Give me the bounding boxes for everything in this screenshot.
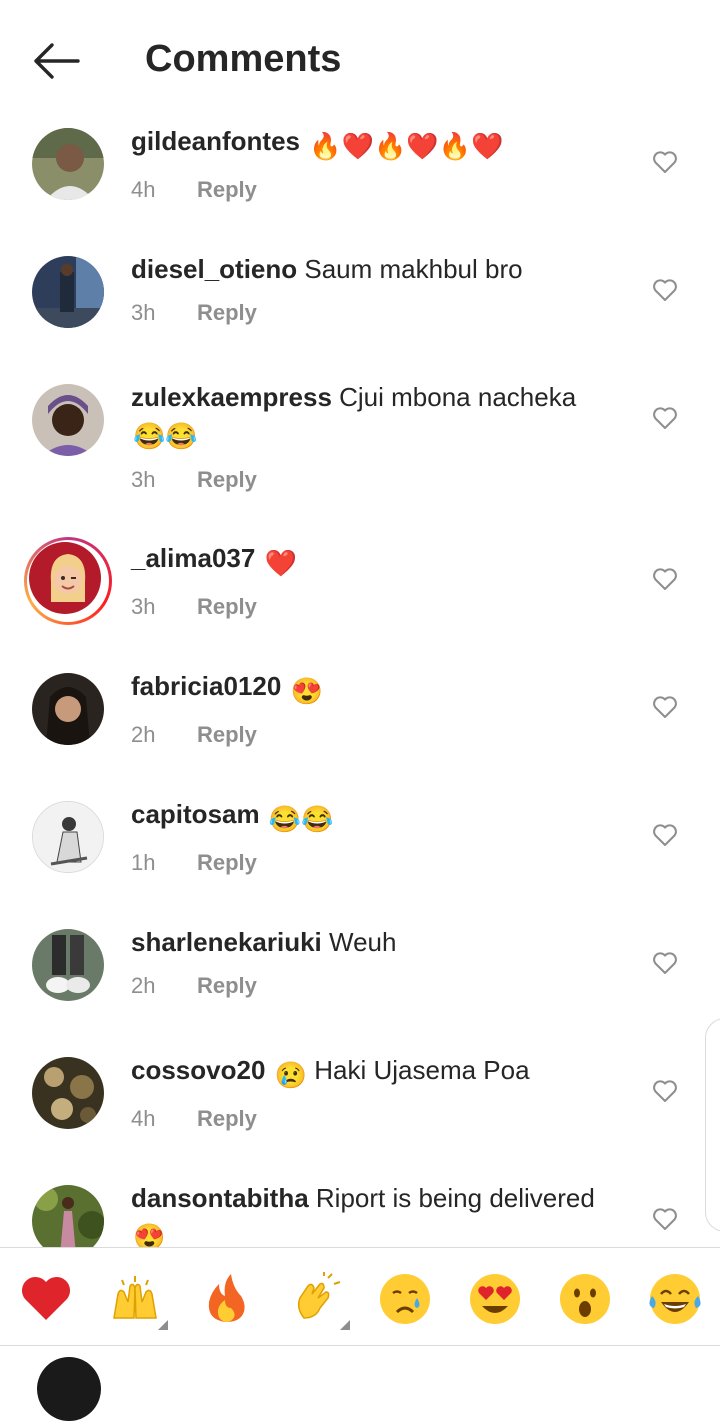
red-heart-reaction-icon[interactable] [19, 1272, 73, 1326]
comment-text: Saum makhbul bro [297, 254, 523, 284]
back-button[interactable] [30, 40, 82, 82]
comment-time: 1h [131, 850, 156, 875]
comment-list[interactable]: gildeanfontes 🔥❤️🔥❤️🔥❤️ 4h Reply diesel_o… [0, 118, 720, 1248]
reply-button[interactable]: Reply [197, 467, 257, 492]
like-heart-icon[interactable] [652, 150, 678, 174]
laughing-emoji-icons: 😂😂 [268, 804, 334, 834]
avatar[interactable] [32, 801, 104, 873]
comment-username[interactable]: diesel_otieno [131, 254, 297, 284]
avatar[interactable] [32, 929, 104, 1001]
tears-of-joy-reaction-icon[interactable] [648, 1272, 702, 1326]
comment-time: 3h [131, 300, 156, 325]
fire-heart-emoji-icons: 🔥❤️🔥❤️🔥❤️ [309, 131, 504, 161]
like-heart-icon[interactable] [652, 278, 678, 302]
skin-tone-indicator [340, 1320, 350, 1330]
like-heart-icon[interactable] [652, 1207, 678, 1231]
fire-reaction-icon[interactable] [199, 1272, 253, 1326]
comment-item: cossovo20 😢 Haki Ujasema Poa 4h Reply [0, 1047, 720, 1175]
avatar[interactable] [32, 1057, 104, 1129]
comment-username[interactable]: sharlenekariuki [131, 927, 322, 957]
quick-reaction-bar [0, 1247, 720, 1346]
comment-time: 4h [131, 177, 156, 202]
arrow-left-icon [34, 43, 80, 79]
like-heart-icon[interactable] [652, 1079, 678, 1103]
avatar [29, 542, 101, 614]
like-heart-icon[interactable] [652, 823, 678, 847]
like-heart-icon[interactable] [652, 567, 678, 591]
comment-item: gildeanfontes 🔥❤️🔥❤️🔥❤️ 4h Reply [0, 118, 720, 246]
avatar[interactable] [32, 384, 104, 456]
skin-tone-indicator [158, 1320, 168, 1330]
header: Comments [0, 0, 720, 118]
avatar[interactable] [32, 673, 104, 745]
comment-username[interactable]: dansontabitha [131, 1183, 309, 1213]
crying-emoji-icon: 😢 [274, 1060, 308, 1090]
comment-text: Cjui mbona nacheka [331, 382, 577, 412]
surprised-face-reaction-icon[interactable] [558, 1272, 612, 1326]
clapping-hands-reaction-icon[interactable] [290, 1272, 350, 1330]
comment-item: sharlenekariuki Weuh 2h Reply [0, 919, 720, 1047]
like-heart-icon[interactable] [652, 695, 678, 719]
comment-username[interactable]: capitosam [131, 799, 260, 829]
comment-text: Haki Ujasema Poa [307, 1055, 530, 1085]
comment-item: zulexkaempress Cjui mbona nacheka 😂😂 3h R… [0, 374, 720, 535]
avatar[interactable] [32, 1185, 104, 1248]
comment-time: 2h [131, 722, 156, 747]
comment-username[interactable]: cossovo20 [131, 1055, 265, 1085]
comment-time: 2h [131, 973, 156, 998]
comment-username[interactable]: zulexkaempress [131, 382, 332, 412]
heart-eyes-emoji-icon: 😍 [133, 1222, 166, 1248]
avatar[interactable] [32, 128, 104, 200]
page-title: Comments [145, 38, 342, 80]
user-avatar [37, 1357, 101, 1421]
reply-button[interactable]: Reply [197, 594, 257, 619]
avatar[interactable] [32, 256, 104, 328]
comment-time: 3h [131, 467, 156, 492]
reply-button[interactable]: Reply [197, 177, 257, 202]
comment-item: fabricia0120 😍 2h Reply [0, 663, 720, 791]
comment-item: capitosam 😂😂 1h Reply [0, 791, 720, 919]
comment-username[interactable]: gildeanfontes [131, 126, 300, 156]
reply-button[interactable]: Reply [197, 1106, 257, 1131]
comment-username[interactable]: fabricia0120 [131, 671, 281, 701]
laughing-emoji-icons: 😂😂 [133, 421, 198, 451]
red-heart-emoji-icon: ❤️ [264, 548, 297, 578]
reply-button[interactable]: Reply [197, 722, 257, 747]
like-heart-icon[interactable] [652, 406, 678, 430]
comment-time: 3h [131, 594, 156, 619]
comment-username[interactable]: _alima037 [131, 543, 255, 573]
heart-eyes-emoji-icon: 😍 [290, 676, 323, 706]
comment-item: diesel_otieno Saum makhbul bro 3h Reply [0, 246, 720, 374]
comment-item: dansontabitha Riport is being delivered … [0, 1175, 720, 1248]
raising-hands-reaction-icon[interactable] [108, 1272, 168, 1330]
comment-text: Weuh [321, 927, 397, 957]
reply-button[interactable]: Reply [197, 973, 257, 998]
comment-time: 4h [131, 1106, 156, 1131]
scroll-handle[interactable] [705, 1018, 720, 1232]
reply-button[interactable]: Reply [197, 300, 257, 325]
like-heart-icon[interactable] [652, 951, 678, 975]
comment-item: _alima037 ❤️ 3h Reply [0, 535, 720, 663]
crying-face-reaction-icon[interactable] [378, 1272, 432, 1326]
story-ring[interactable] [24, 537, 112, 625]
comment-text: Riport is being delivered [308, 1183, 595, 1213]
heart-eyes-reaction-icon[interactable] [468, 1272, 522, 1326]
reply-button[interactable]: Reply [197, 850, 257, 875]
